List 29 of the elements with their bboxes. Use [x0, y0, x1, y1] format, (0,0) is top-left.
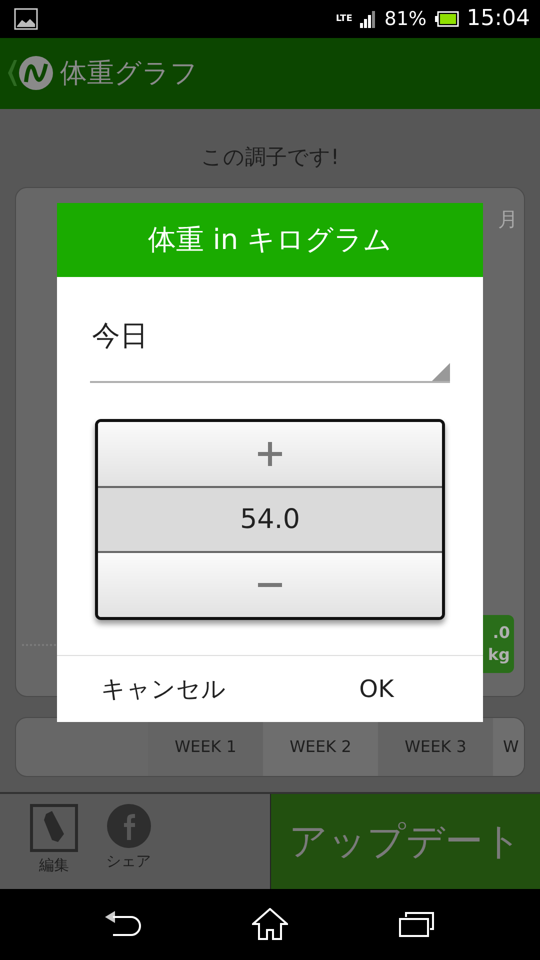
back-icon[interactable] [105, 911, 142, 938]
month-label: 月 [498, 206, 518, 233]
badge-value: .0 [492, 622, 510, 644]
dropdown-corner-icon [432, 363, 450, 381]
recent-apps-icon[interactable] [398, 911, 435, 938]
minus-icon [257, 582, 283, 588]
signal-icon [360, 10, 376, 28]
week-tab[interactable]: W [493, 718, 524, 776]
edit-label[interactable]: 編集 [39, 856, 69, 875]
network-type: LTE [336, 14, 352, 24]
facebook-icon[interactable] [106, 804, 150, 848]
dialog-title: 体重 in キログラム [57, 203, 483, 277]
badge-unit: kg [488, 644, 510, 666]
home-icon[interactable] [252, 908, 288, 940]
share-label[interactable]: シェア [106, 852, 151, 871]
date-dropdown[interactable]: 今日 [90, 317, 450, 383]
app-title: 体重グラフ [60, 57, 198, 92]
increment-button[interactable] [98, 422, 442, 486]
logo-icon [6, 54, 56, 92]
tag-icon[interactable] [30, 804, 78, 852]
battery-icon [434, 10, 459, 27]
status-message: この調子です! [200, 144, 340, 171]
update-button[interactable]: アップデート [270, 794, 540, 889]
weight-value: 54.0 [98, 486, 442, 553]
plus-icon [257, 441, 283, 467]
gallery-icon [14, 8, 38, 30]
clock: 15:04 [466, 6, 530, 32]
decrement-button[interactable] [98, 553, 442, 617]
battery-percent: 81% [384, 8, 427, 30]
